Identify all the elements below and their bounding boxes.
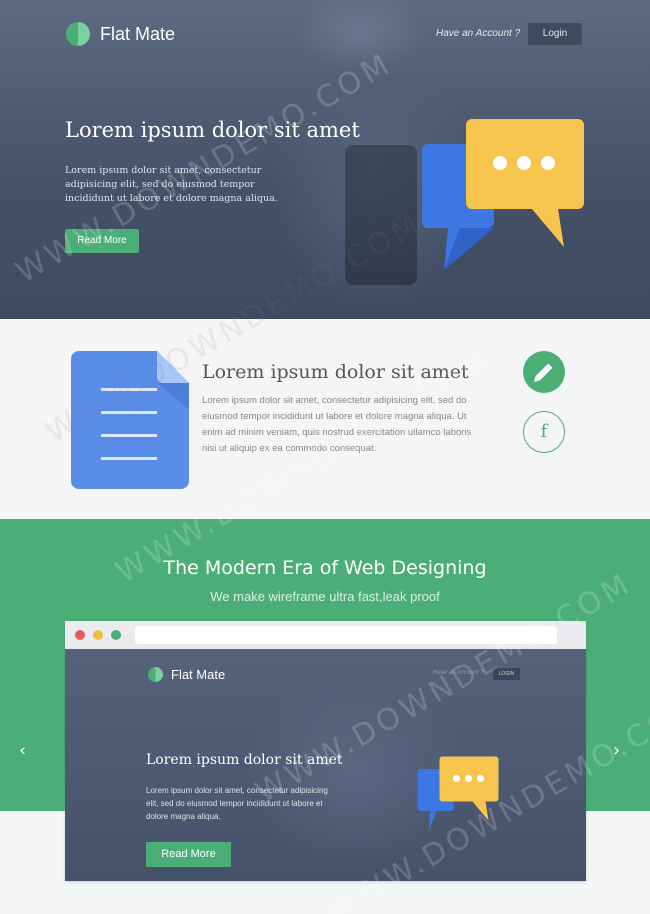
address-bar xyxy=(135,626,557,644)
preview-login: LOGIN xyxy=(493,668,520,680)
preview-have-account: Have an Account ? xyxy=(433,670,484,676)
brand-name[interactable]: Flat Mate xyxy=(100,22,175,46)
hero-section: Flat Mate Have an Account ? Login Lorem … xyxy=(0,0,650,319)
pencil-button[interactable] xyxy=(523,351,565,393)
hero-title: Lorem ipsum dolor sit amet xyxy=(65,118,360,142)
preview-description: Lorem ipsum dolor sit amet, consectetur … xyxy=(146,786,328,821)
showcase-title: The Modern Era of Web Designing xyxy=(163,557,487,579)
chat-bubbles-icon xyxy=(422,119,584,270)
minimize-dot-icon xyxy=(93,630,103,640)
preview-brand: Flat Mate xyxy=(171,667,226,682)
document-icon xyxy=(71,351,189,489)
browser-toolbar xyxy=(65,621,586,649)
preview-read-more: Read More xyxy=(146,842,231,867)
close-dot-icon xyxy=(75,630,85,640)
hero-description: Lorem ipsum dolor sit amet, consectetur … xyxy=(65,165,278,204)
browser-mockup: Flat Mate Have an Account ? LOGIN Lorem … xyxy=(65,621,586,881)
have-account-text: Have an Account ? xyxy=(436,28,521,39)
feature-text: Lorem ipsum dolor sit amet, consectetur … xyxy=(202,395,472,454)
preview-title: Lorem ipsum dolor sit amet xyxy=(146,752,343,768)
chevron-right-icon[interactable]: › xyxy=(613,740,620,761)
preview-chat-icon xyxy=(417,756,499,832)
maximize-dot-icon xyxy=(111,630,121,640)
pencil-icon xyxy=(534,363,553,382)
preview-logo-icon xyxy=(148,667,163,682)
facebook-icon: f xyxy=(540,421,548,442)
feature-title: Lorem ipsum dolor sit amet xyxy=(202,361,469,383)
preview-screen: Flat Mate Have an Account ? LOGIN Lorem … xyxy=(65,649,586,881)
login-button[interactable]: Login xyxy=(528,23,582,45)
feature-section: Lorem ipsum dolor sit amet Lorem ipsum d… xyxy=(0,319,650,519)
logo-icon[interactable] xyxy=(66,22,90,46)
camera-photo-background xyxy=(345,145,417,285)
showcase-subtitle: We make wireframe ultra fast,leak proof xyxy=(210,589,440,604)
chevron-left-icon[interactable]: ‹ xyxy=(19,740,26,761)
read-more-button[interactable]: Read More xyxy=(65,229,139,253)
facebook-button[interactable]: f xyxy=(523,411,565,453)
